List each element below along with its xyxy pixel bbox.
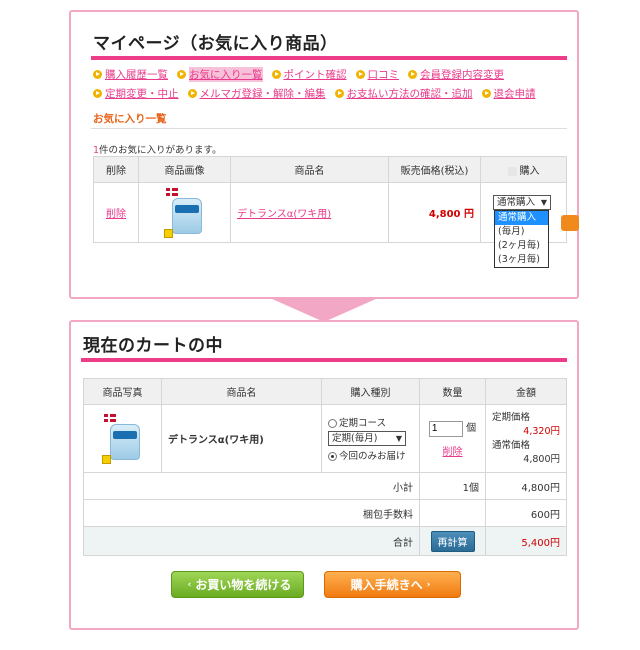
bullet-arrow-icon xyxy=(93,89,102,98)
cart-product-name: デトランスα(ワキ用) xyxy=(161,404,322,473)
nav-purchase-history[interactable]: 購入履歴一覧 xyxy=(93,67,168,82)
wrap-fee-amount: 600円 xyxy=(485,499,567,527)
down-arrow-icon xyxy=(270,298,378,322)
bullet-arrow-icon xyxy=(355,70,365,79)
title-underline xyxy=(91,56,567,60)
teiki-select[interactable]: 定期(毎月) ▼ xyxy=(328,431,406,446)
total-label: 合計 xyxy=(83,526,420,556)
bullet-arrow-icon xyxy=(187,89,197,98)
option-item[interactable]: 通常購入 xyxy=(495,211,548,225)
total-amount: 5,400円 xyxy=(485,526,567,556)
price-value: 4,800 円 xyxy=(388,182,481,243)
nav-withdrawal[interactable]: 退会申請 xyxy=(481,86,536,101)
option-item[interactable]: (毎月) xyxy=(495,225,548,239)
chevron-down-icon: ▼ xyxy=(395,434,402,443)
nav-favorites[interactable]: お気に入り一覧 xyxy=(177,67,263,82)
nav-subscription-change[interactable]: 定期変更・中止 xyxy=(93,86,179,101)
normal-price-label: 通常価格 xyxy=(492,439,531,451)
product-name-link[interactable]: デトランスα(ワキ用) xyxy=(237,209,331,220)
nav-reviews[interactable]: 口コミ xyxy=(355,67,399,82)
option-item[interactable]: (2ヶ月毎) xyxy=(495,239,548,253)
bullet-arrow-icon xyxy=(271,70,281,79)
denmark-flag-icon xyxy=(165,187,178,196)
subtotal-amount: 4,800円 xyxy=(485,472,567,500)
col-price: 販売価格(税込) xyxy=(388,156,481,183)
checkout-button[interactable]: 購入手続きへ › xyxy=(324,571,461,598)
cart-add-button[interactable] xyxy=(561,215,579,231)
col-name: 商品名 xyxy=(161,378,322,405)
chevron-down-icon: ▼ xyxy=(540,198,547,207)
col-delete: 削除 xyxy=(93,156,139,183)
product-image[interactable] xyxy=(163,187,206,238)
denmark-flag-icon xyxy=(103,413,116,422)
badge-icon xyxy=(163,228,173,238)
nav-member-info[interactable]: 会員登録内容変更 xyxy=(408,67,504,82)
quantity-input[interactable] xyxy=(428,420,463,437)
option-item[interactable]: (3ヶ月毎) xyxy=(495,253,548,267)
subtotal-row: 小計 1個 4,800円 xyxy=(83,472,567,500)
teiki-price: 4,320円 xyxy=(523,425,560,437)
bottle-icon xyxy=(171,197,202,234)
col-buy: 購入 xyxy=(480,156,567,183)
nav-newsletter[interactable]: メルマガ登録・解除・編集 xyxy=(187,86,326,101)
cart-title: 現在のカートの中 xyxy=(83,336,223,356)
wrap-fee-label: 梱包手数料 xyxy=(83,499,420,527)
nav-points[interactable]: ポイント確認 xyxy=(271,67,347,82)
col-photo: 商品写真 xyxy=(83,378,162,405)
continue-shopping-button[interactable]: ‹ お買い物を続ける xyxy=(171,571,304,598)
radio-once[interactable] xyxy=(328,452,337,461)
delete-link[interactable]: 削除 xyxy=(106,209,126,220)
title-underline xyxy=(81,358,567,362)
cart-table: 商品写真 商品名 購入種別 数量 金額 デトランスα(ワキ用) 定期コース 定期… xyxy=(83,378,567,556)
teiki-price-label: 定期価格 xyxy=(492,411,531,423)
radio-teiki[interactable] xyxy=(328,419,337,428)
once-option[interactable]: 今回のみお届け xyxy=(328,448,413,462)
checkbox-icon xyxy=(507,166,517,176)
col-qty: 数量 xyxy=(419,378,486,405)
qty-unit: 個 xyxy=(466,423,477,435)
bottle-icon xyxy=(109,423,140,460)
mypage-nav-row2: 定期変更・中止 メルマガ登録・解除・編集 お支払い方法の確認・追加 退会申請 xyxy=(93,86,545,101)
section-heading: お気に入り一覧 xyxy=(93,113,167,125)
favorites-count: 1件のお気に入りがあります。 xyxy=(93,145,222,156)
bullet-arrow-icon xyxy=(481,89,491,98)
product-image xyxy=(101,413,144,464)
badge-icon xyxy=(101,454,111,464)
recalculate-button[interactable]: 再計算 xyxy=(430,530,475,552)
wrap-fee-row: 梱包手数料 600円 xyxy=(83,499,567,527)
bullet-arrow-icon xyxy=(93,70,102,79)
nav-payment-method[interactable]: お支払い方法の確認・追加 xyxy=(334,86,473,101)
col-amount: 金額 xyxy=(485,378,567,405)
cart-delete-link[interactable]: 削除 xyxy=(443,447,463,458)
col-type: 購入種別 xyxy=(321,378,420,405)
teiki-option[interactable]: 定期コース xyxy=(328,415,413,429)
chevron-left-icon: ‹ xyxy=(187,579,192,590)
table-row: デトランスα(ワキ用) 定期コース 定期(毎月)▼ 今回のみお届け 個 削除 定… xyxy=(83,404,567,473)
divider xyxy=(91,128,567,129)
chevron-right-icon: › xyxy=(426,579,431,590)
bullet-arrow-icon xyxy=(334,89,344,98)
subtotal-qty: 1個 xyxy=(419,472,486,500)
favorites-panel: マイページ（お気に入り商品） 購入履歴一覧 お気に入り一覧 ポイント確認 口コミ… xyxy=(69,10,579,299)
subtotal-label: 小計 xyxy=(83,472,420,500)
purchase-type-select[interactable]: 通常購入 ▼ xyxy=(493,195,551,210)
col-image: 商品画像 xyxy=(138,156,231,183)
col-name: 商品名 xyxy=(230,156,389,183)
purchase-type-options: 通常購入 (毎月) (2ヶ月毎) (3ヶ月毎) xyxy=(494,210,549,268)
page-title: マイページ（お気に入り商品） xyxy=(93,34,338,54)
total-row: 合計 再計算 5,400円 xyxy=(83,526,567,556)
normal-price: 4,800円 xyxy=(523,453,560,465)
mypage-nav-row1: 購入履歴一覧 お気に入り一覧 ポイント確認 口コミ 会員登録内容変更 xyxy=(93,67,513,82)
bullet-arrow-icon xyxy=(408,70,417,79)
bullet-arrow-icon xyxy=(177,70,186,79)
